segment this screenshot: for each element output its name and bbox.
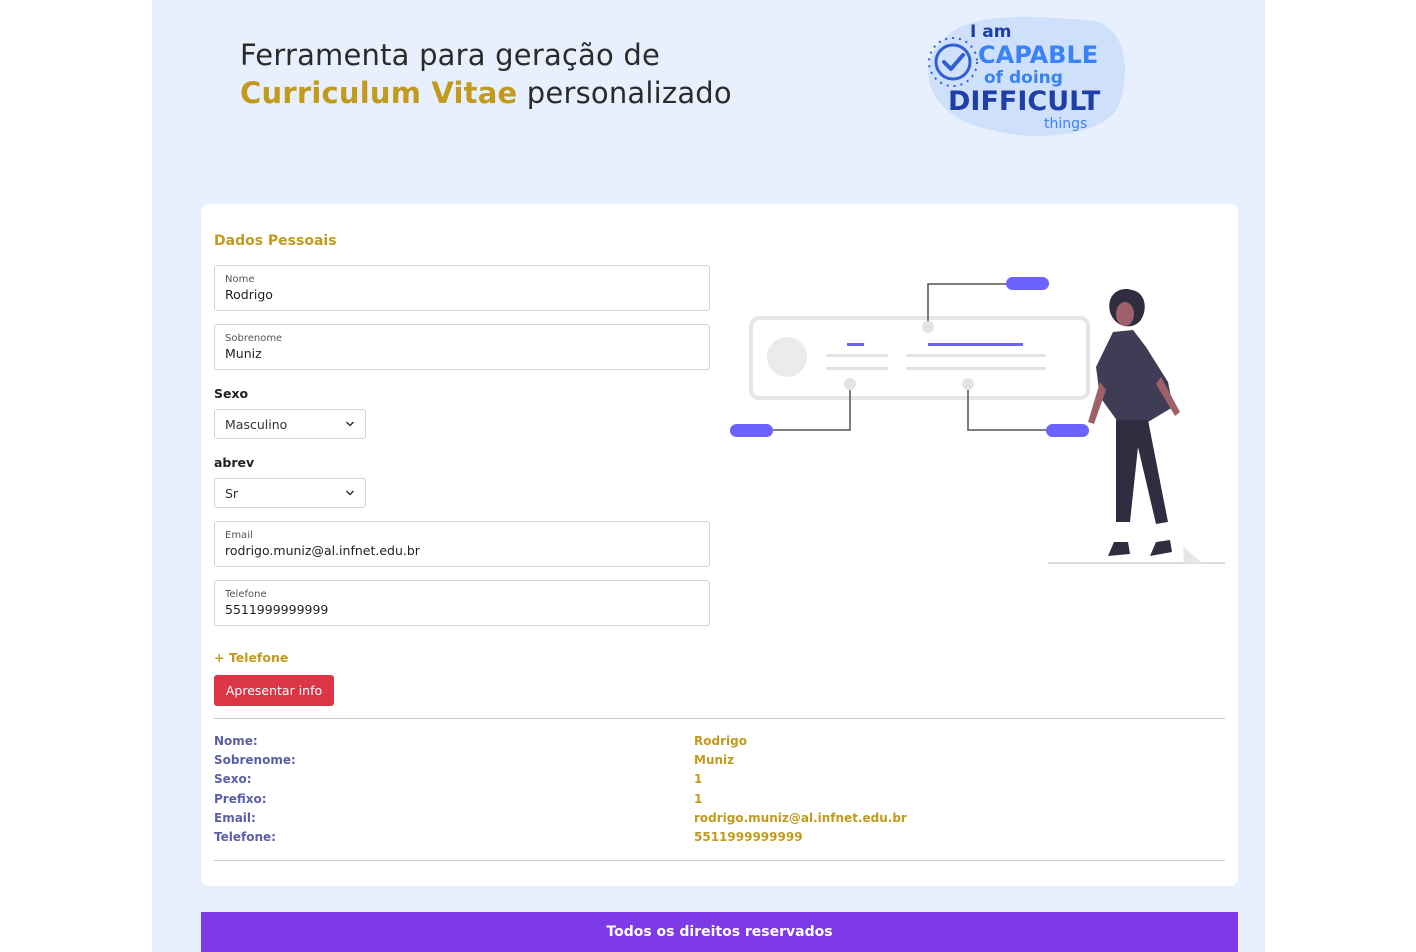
apresentar-info-button[interactable]: Apresentar info bbox=[214, 675, 334, 706]
email-field[interactable]: Email bbox=[214, 521, 710, 567]
summary-key: Telefone: bbox=[214, 830, 276, 844]
form-card: Dados Pessoais Nome Sobrenome Sexo Mascu… bbox=[201, 204, 1238, 886]
sexo-selected-value: Masculino bbox=[225, 416, 288, 432]
sobrenome-field[interactable]: Sobrenome bbox=[214, 324, 710, 370]
site-footer: Todos os direitos reservados bbox=[201, 912, 1238, 952]
summary-row-sexo: Sexo: 1 bbox=[214, 772, 1225, 791]
nome-input[interactable] bbox=[225, 286, 699, 304]
divider-bottom bbox=[214, 860, 1225, 861]
logo-line-5: things bbox=[1044, 116, 1087, 132]
logo-line-4: DIFFICULT bbox=[948, 86, 1101, 117]
footer-text: Todos os direitos reservados bbox=[606, 924, 833, 940]
woman-presenting-illustration bbox=[730, 277, 1225, 564]
summary-key: Sobrenome: bbox=[214, 753, 296, 767]
telefone-field[interactable]: Telefone bbox=[214, 580, 710, 626]
title-rest: personalizado bbox=[517, 76, 732, 110]
telefone-label: Telefone bbox=[225, 589, 267, 600]
chevron-down-icon bbox=[345, 421, 355, 427]
logo-line-1: I am bbox=[970, 22, 1011, 42]
nome-field[interactable]: Nome bbox=[214, 265, 710, 311]
summary-key: Nome: bbox=[214, 734, 258, 748]
summary-value: 1 bbox=[694, 792, 703, 806]
email-label: Email bbox=[225, 530, 253, 541]
summary-row-nome: Nome: Rodrigo bbox=[214, 734, 1225, 753]
abrev-selected-value: Sr bbox=[225, 485, 239, 501]
logo-line-3: of doing bbox=[984, 68, 1063, 88]
summary-value: 1 bbox=[694, 772, 703, 786]
summary-row-email: Email: rodrigo.muniz@al.infnet.edu.br bbox=[214, 811, 1225, 830]
telefone-input[interactable] bbox=[225, 601, 699, 619]
chevron-down-icon bbox=[345, 490, 355, 496]
capable-logo: I am CAPABLE of doing DIFFICULT things bbox=[928, 16, 1126, 137]
summary-row-telefone: Telefone: 5511999999999 bbox=[214, 830, 1225, 849]
summary-row-prefixo: Prefixo: 1 bbox=[214, 792, 1225, 811]
sexo-label: Sexo bbox=[214, 386, 249, 401]
nome-label: Nome bbox=[225, 274, 255, 285]
abrev-select[interactable]: Sr bbox=[214, 478, 366, 508]
sexo-select[interactable]: Masculino bbox=[214, 409, 366, 439]
abrev-label: abrev bbox=[214, 455, 255, 470]
section-title: Dados Pessoais bbox=[214, 233, 337, 249]
summary-key: Sexo: bbox=[214, 772, 252, 786]
summary-row-sobrenome: Sobrenome: Muniz bbox=[214, 753, 1225, 772]
summary-key: Email: bbox=[214, 811, 256, 825]
summary-value: Muniz bbox=[694, 753, 735, 767]
sobrenome-input[interactable] bbox=[225, 345, 699, 363]
logo-line-2: CAPABLE bbox=[978, 41, 1098, 69]
add-phone-link[interactable]: + Telefone bbox=[214, 650, 288, 665]
sobrenome-label: Sobrenome bbox=[225, 333, 283, 344]
divider-top bbox=[214, 718, 1225, 719]
title-accent: Curriculum Vitae bbox=[240, 76, 518, 110]
email-input[interactable] bbox=[225, 542, 699, 560]
page-background: Ferramenta para geração de Curriculum Vi… bbox=[152, 0, 1265, 952]
summary-value: Rodrigo bbox=[694, 734, 747, 748]
summary-value: rodrigo.muniz@al.infnet.edu.br bbox=[694, 811, 907, 825]
summary-key: Prefixo: bbox=[214, 792, 267, 806]
title-line-2: Curriculum Vitae personalizado bbox=[240, 74, 732, 112]
page-title: Ferramenta para geração de Curriculum Vi… bbox=[240, 36, 732, 112]
summary-value: 5511999999999 bbox=[694, 830, 803, 844]
title-line-1: Ferramenta para geração de bbox=[240, 38, 661, 72]
